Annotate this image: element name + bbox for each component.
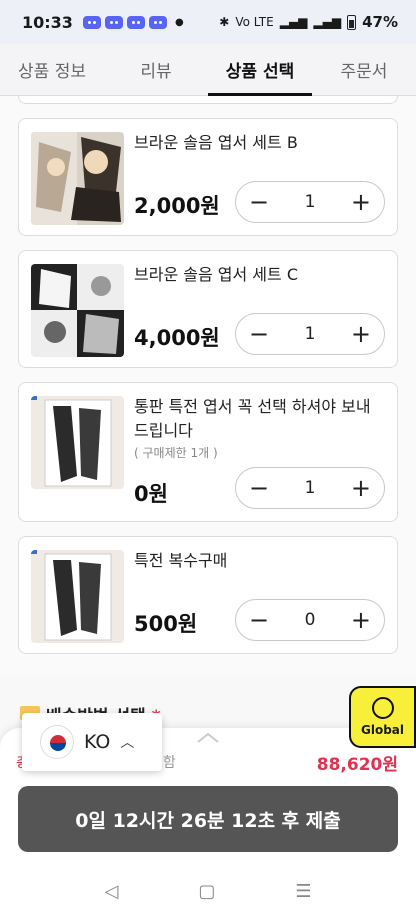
product-price: 2,000원 [134,194,220,218]
korea-flag-icon [40,725,74,759]
home-icon[interactable]: ▢ [198,881,215,902]
chevron-up-icon: ︿ [120,735,135,751]
product-card-partial [18,96,398,104]
increment-button[interactable]: + [350,188,372,216]
status-bar: 10:33 ● ✱ Vo LTE ▂▄▆ ▂▄▆ 47% [0,0,416,44]
discord-icon [104,15,123,29]
discord-icon [126,15,145,29]
global-label: Global [360,723,404,737]
product-name: 특전 복수구매 [134,551,228,570]
product-price: 4,000원 [134,326,220,350]
tab-reviews[interactable]: 리뷰 [104,44,208,95]
chevron-up-icon[interactable] [196,732,220,744]
product-price: 500원 [134,612,198,636]
back-icon[interactable]: ◁ [105,881,119,902]
product-card: 통판 특전 엽서 꼭 선택 하셔야 보내드립니다 ( 구매제한 1개 ) 0원 … [18,382,398,522]
purchase-limit: ( 구매제한 1개 ) [134,446,218,460]
product-name: 브라운 솔음 엽서 세트 B [134,133,298,152]
product-thumbnail[interactable] [31,396,124,489]
product-thumbnail[interactable] [31,132,124,225]
quantity-value: 1 [304,478,316,498]
product-name: 통판 특전 엽서 꼭 선택 하셔야 보내드립니다 [134,397,371,440]
quantity-stepper: − 0 + [235,599,385,641]
system-nav-bar: ◁ ▢ ☰ [0,868,416,915]
global-button[interactable]: Global [349,686,416,748]
product-name: 브라운 솔음 엽서 세트 C [134,265,298,284]
decrement-button[interactable]: − [248,320,270,348]
language-code: KO [84,731,111,753]
status-icons: ✱ Vo LTE ▂▄▆ ▂▄▆ 47% [219,13,398,31]
quantity-value: 1 [304,192,316,212]
product-card: 브라운 솔음 엽서 세트 C 4,000원 − 1 + [18,250,398,368]
product-card: 브라운 솔음 엽서 세트 B 2,000원 − 1 + [18,118,398,236]
decrement-button[interactable]: − [248,606,270,634]
tab-bar: 상품 정보 리뷰 상품 선택 주문서 [0,44,416,96]
bluetooth-icon: ✱ [219,15,230,29]
recent-apps-icon[interactable]: ☰ [295,881,311,902]
submit-button[interactable]: 0일 12시간 26분 12초 후 제출 [18,786,398,852]
tab-order-form[interactable]: 주문서 [312,44,416,95]
decrement-button[interactable]: − [248,474,270,502]
quantity-stepper: − 1 + [235,181,385,223]
network-label: Vo LTE [235,15,274,29]
notification-dot-icon: ● [174,16,184,28]
product-thumbnail[interactable] [31,264,124,357]
quantity-value: 1 [304,324,316,344]
increment-button[interactable]: + [350,320,372,348]
quantity-stepper: − 1 + [235,467,385,509]
tab-product-select[interactable]: 상품 선택 [208,44,312,96]
battery-percent: 47% [362,13,398,31]
signal-5g-icon: ▂▄▆ [313,15,342,29]
status-time: 10:33 [22,12,73,32]
decrement-button[interactable]: − [248,188,270,216]
language-selector[interactable]: KO ︿ [22,713,162,771]
increment-button[interactable]: + [350,474,372,502]
quantity-value: 0 [304,610,316,630]
product-list: 브라운 솔음 엽서 세트 B 2,000원 − 1 + 브라운 솔음 엽서 세트… [0,96,416,676]
product-thumbnail[interactable] [31,550,124,643]
discord-icon [148,15,167,29]
globe-icon [371,697,394,719]
battery-icon [347,14,357,30]
tab-product-info[interactable]: 상품 정보 [0,44,104,95]
product-price: 0원 [134,482,168,506]
product-card: 특전 복수구매 500원 − 0 + [18,536,398,654]
signal-icon: ▂▄▆ [279,15,308,29]
discord-icon [82,15,101,29]
increment-button[interactable]: + [350,606,372,634]
total-amount: 88,620원 [316,755,398,775]
quantity-stepper: − 1 + [235,313,385,355]
